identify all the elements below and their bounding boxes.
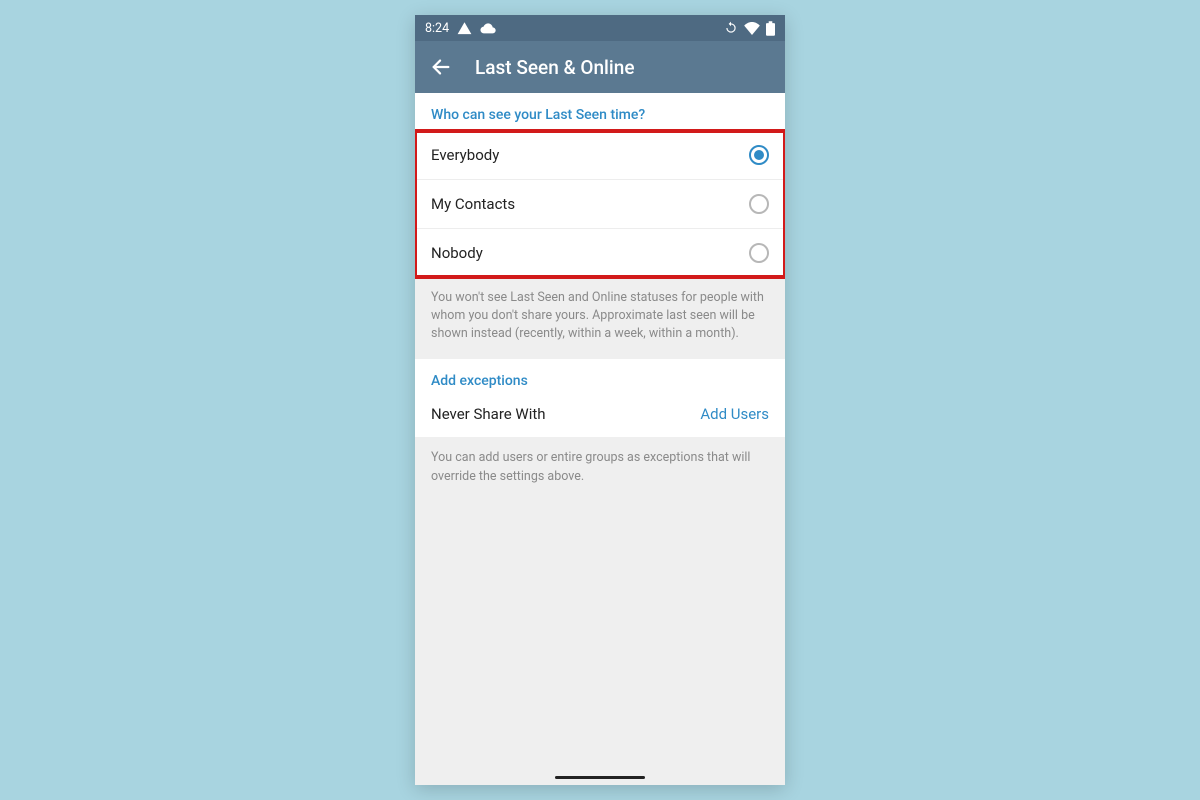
option-everybody[interactable]: Everybody: [415, 131, 785, 179]
phone-frame: 8:24 Last Seen & Online Who ca: [415, 15, 785, 785]
cloud-icon: [480, 22, 496, 34]
app-bar: Last Seen & Online: [415, 41, 785, 93]
option-my-contacts[interactable]: My Contacts: [415, 179, 785, 228]
status-time: 8:24: [425, 21, 449, 36]
option-nobody[interactable]: Nobody: [415, 228, 785, 277]
home-indicator[interactable]: [555, 776, 645, 779]
option-label: Everybody: [431, 146, 499, 164]
option-label: Nobody: [431, 244, 483, 262]
rotate-icon: [724, 21, 738, 35]
info-text-exceptions: You can add users or entire groups as ex…: [415, 437, 785, 501]
wifi-icon: [744, 22, 760, 35]
never-share-with-label: Never Share With: [431, 405, 546, 423]
info-text-reciprocity: You won't see Last Seen and Online statu…: [415, 277, 785, 359]
back-button[interactable]: [429, 55, 453, 79]
status-bar: 8:24: [415, 15, 785, 41]
radio-selected-icon: [749, 145, 769, 165]
add-users-link[interactable]: Add Users: [700, 405, 769, 423]
never-share-with-row[interactable]: Never Share With Add Users: [415, 395, 785, 437]
section-header-who-can-see: Who can see your Last Seen time?: [415, 93, 785, 131]
page-title: Last Seen & Online: [475, 56, 635, 79]
radio-unselected-icon: [749, 194, 769, 214]
radio-unselected-icon: [749, 243, 769, 263]
battery-icon: [766, 21, 775, 36]
option-label: My Contacts: [431, 195, 515, 213]
section-header-add-exceptions: Add exceptions: [415, 359, 785, 395]
last-seen-options: Everybody My Contacts Nobody: [415, 131, 785, 277]
warning-icon: [457, 21, 472, 36]
